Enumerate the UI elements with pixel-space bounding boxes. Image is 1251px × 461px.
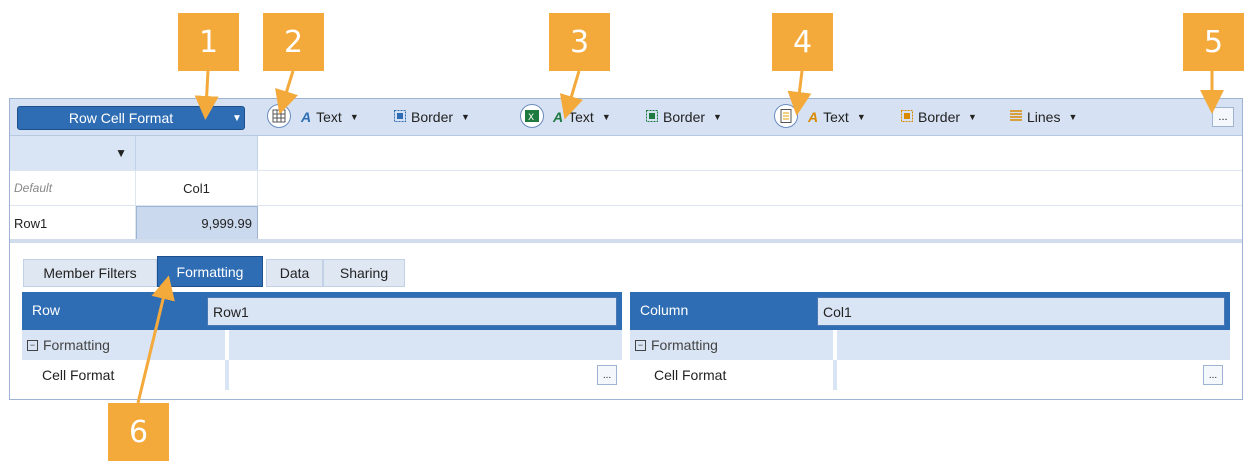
callout-4: 4: [772, 13, 833, 71]
chevron-down-icon: ▼: [1068, 112, 1078, 122]
callout-3: 3: [549, 13, 610, 71]
column-value-field[interactable]: Col1: [817, 297, 1225, 326]
tab-sharing[interactable]: Sharing: [323, 259, 405, 287]
grid-header-row: ▼: [10, 136, 1242, 171]
border-format-button[interactable]: Border ▼: [394, 107, 470, 127]
category-label: Formatting: [43, 337, 110, 353]
cell-format-label: Cell Format: [42, 367, 115, 383]
chevron-down-icon: ▼: [968, 112, 977, 122]
column-header-label: Column: [640, 302, 689, 318]
svg-text:X: X: [528, 113, 534, 123]
filter-icon[interactable]: ▼: [115, 146, 127, 160]
format-target-dropdown[interactable]: Row Cell Format ▼: [17, 106, 245, 130]
row-properties: Row Row1 − Formatting Cell Format ...: [22, 292, 622, 399]
category-label: Formatting: [651, 337, 718, 353]
header-cell: [136, 136, 258, 170]
border-format-button[interactable]: Border ▼: [901, 107, 977, 127]
row-header-row1[interactable]: Row1: [10, 206, 136, 240]
excel-view-button[interactable]: X: [520, 104, 544, 128]
chevron-down-icon: ▼: [713, 112, 722, 122]
lines-format-button[interactable]: Lines ▼: [1010, 107, 1077, 127]
column-properties: Column Col1 − Formatting Cell Format ...: [630, 292, 1230, 399]
column-header: Column Col1: [630, 292, 1230, 330]
border-icon: [646, 109, 658, 125]
callout-6: 6: [108, 403, 169, 461]
dropdown-label: Row Cell Format: [68, 110, 174, 126]
text-format-button[interactable]: A Text ▼: [301, 107, 359, 127]
callout-1: 1: [178, 13, 239, 71]
lines-label: Lines: [1027, 109, 1061, 125]
border-icon: [394, 109, 406, 125]
row-cell-format-property: Cell Format ...: [22, 360, 622, 390]
grid-view-button[interactable]: [267, 104, 291, 128]
column-header-col1[interactable]: Col1: [136, 171, 258, 205]
lines-icon: [1010, 109, 1022, 125]
report-view-button[interactable]: [774, 104, 798, 128]
collapse-icon[interactable]: −: [27, 339, 38, 351]
tab-data[interactable]: Data: [266, 259, 323, 287]
border-label: Border: [663, 109, 706, 125]
tab-formatting[interactable]: Formatting: [157, 256, 263, 287]
excel-icon: X: [525, 110, 539, 123]
text-style-icon: A: [808, 109, 819, 125]
grid-icon: [272, 109, 286, 123]
grid-column-row: Default Col1: [10, 171, 1242, 206]
text-format-button[interactable]: A Text ▼: [553, 107, 611, 127]
chevron-down-icon: ▼: [232, 112, 242, 124]
text-label: Text: [316, 109, 342, 125]
chevron-down-icon: ▼: [856, 112, 866, 122]
format-toolbar: Row Cell Format ▼ A Text ▼ Border ▼ X A …: [10, 99, 1242, 136]
callout-2: 2: [263, 13, 324, 71]
grid-data-row: Row1 9,999.99: [10, 206, 1242, 241]
text-label: Text: [568, 109, 594, 125]
row-value-field[interactable]: Row1: [207, 297, 617, 326]
column-formatting-category[interactable]: − Formatting: [630, 330, 1230, 360]
border-label: Border: [411, 109, 454, 125]
cell-format-edit-button[interactable]: ...: [597, 365, 617, 385]
default-label: Default: [10, 171, 136, 205]
border-icon: [901, 109, 913, 125]
border-label: Border: [918, 109, 961, 125]
text-style-icon: A: [301, 109, 312, 125]
format-panel: Row Cell Format ▼ A Text ▼ Border ▼ X A …: [9, 98, 1243, 400]
tab-member-filters[interactable]: Member Filters: [23, 259, 157, 287]
filter-header-cell[interactable]: ▼: [10, 136, 136, 170]
more-options-button[interactable]: ...: [1212, 107, 1234, 127]
chevron-down-icon: ▼: [601, 112, 611, 122]
panel-splitter[interactable]: [10, 239, 1242, 243]
chevron-down-icon: ▼: [349, 112, 359, 122]
value-cell[interactable]: 9,999.99: [136, 206, 258, 240]
document-icon: [780, 109, 792, 123]
text-format-button[interactable]: A Text ▼: [808, 107, 866, 127]
border-format-button[interactable]: Border ▼: [646, 107, 722, 127]
row-header: Row Row1: [22, 292, 622, 330]
callout-5: 5: [1183, 13, 1244, 71]
collapse-icon[interactable]: −: [635, 339, 646, 351]
chevron-down-icon: ▼: [461, 112, 470, 122]
row-formatting-category[interactable]: − Formatting: [22, 330, 622, 360]
cell-format-edit-button[interactable]: ...: [1203, 365, 1223, 385]
cell-format-label: Cell Format: [654, 367, 727, 383]
text-label: Text: [823, 109, 849, 125]
text-style-icon: A: [553, 109, 564, 125]
row-header-label: Row: [32, 302, 61, 318]
column-cell-format-property: Cell Format ...: [630, 360, 1230, 390]
